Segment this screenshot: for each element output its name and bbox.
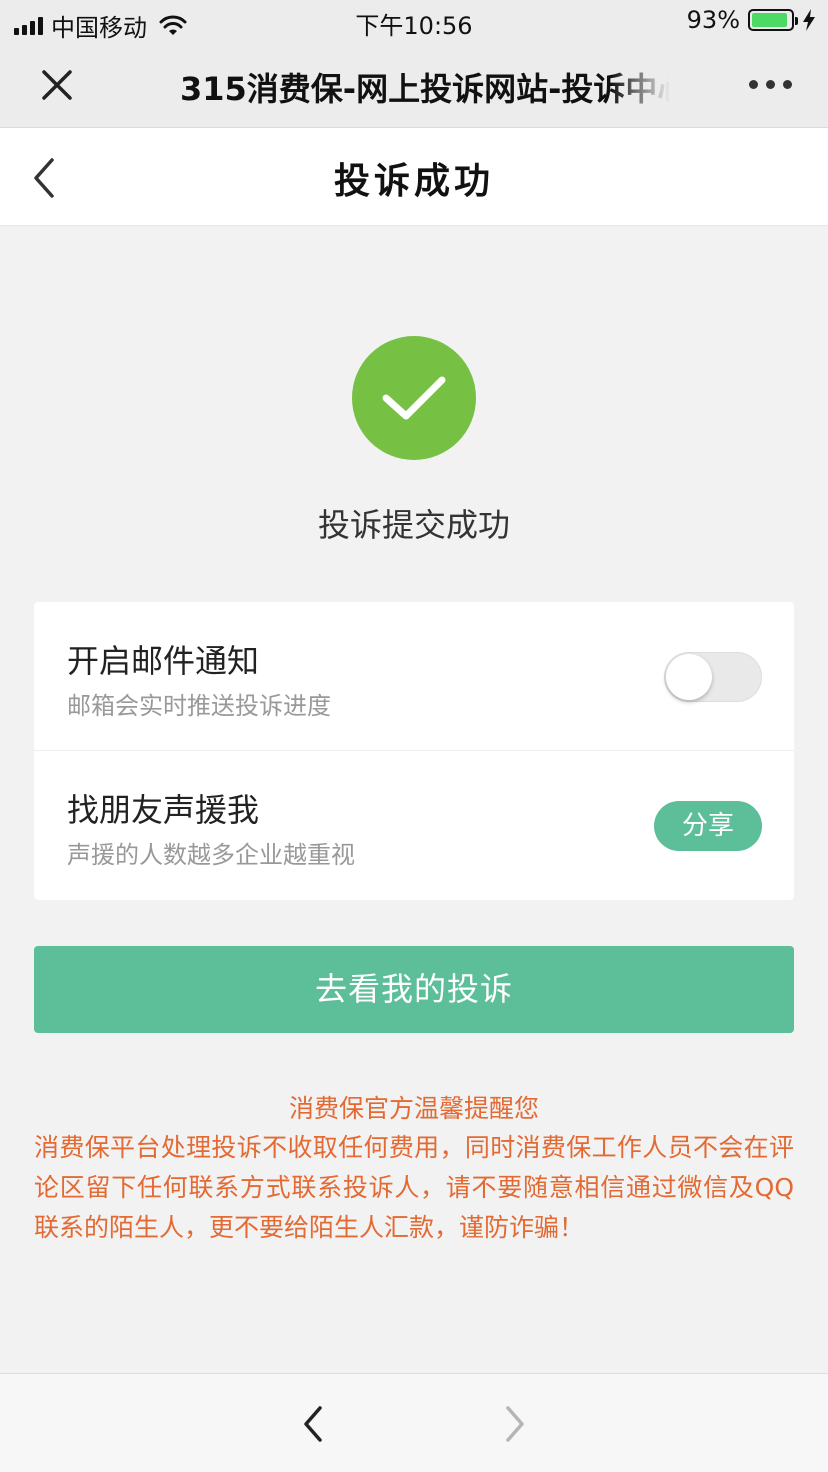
checkmark-icon <box>382 376 446 420</box>
success-message: 投诉提交成功 <box>317 506 510 544</box>
nav-back-icon[interactable] <box>298 1402 330 1446</box>
email-notify-toggle[interactable] <box>664 652 762 702</box>
close-icon[interactable] <box>36 64 78 106</box>
page-header: 投诉成功 <box>0 128 828 226</box>
status-right: 93% <box>687 6 816 34</box>
notice-body: 消费保平台处理投诉不收取任何费用，同时消费保工作人员不会在评论区留下任何联系方式… <box>34 1133 794 1242</box>
battery-icon <box>748 9 798 31</box>
browser-nav-bar <box>0 1373 828 1472</box>
share-subtitle: 声援的人数越多企业越重视 <box>67 841 355 869</box>
notice-title: 消费保官方温馨提醒您 <box>288 1094 539 1123</box>
view-my-complaint-button[interactable]: 去看我的投诉 <box>34 946 794 1033</box>
share-row: 找朋友声援我 声援的人数越多企业越重视 分享 <box>34 751 794 900</box>
email-notify-row: 开启邮件通知 邮箱会实时推送投诉进度 <box>34 602 794 751</box>
charging-icon <box>803 9 815 31</box>
battery-fill <box>752 13 788 27</box>
toggle-knob <box>666 654 712 700</box>
share-title: 找朋友声援我 <box>67 791 260 829</box>
options-card: 开启邮件通知 邮箱会实时推送投诉进度 找朋友声援我 声援的人数越多企业越重视 分… <box>34 602 794 900</box>
wechat-page-title: 315消费保-网上投诉网站-投诉中心 <box>180 70 670 108</box>
more-icon[interactable] <box>749 80 792 89</box>
page-title: 投诉成功 <box>333 161 494 202</box>
battery-percent: 93% <box>686 6 740 34</box>
nav-forward-icon[interactable] <box>498 1402 530 1446</box>
wechat-title-bar: 315消费保-网上投诉网站-投诉中心 <box>0 42 828 128</box>
email-notify-subtitle: 邮箱会实时推送投诉进度 <box>67 692 331 720</box>
share-button[interactable]: 分享 <box>654 801 762 851</box>
email-notify-title: 开启邮件通知 <box>67 642 260 680</box>
official-notice: 消费保官方温馨提醒您 消费保平台处理投诉不收取任何费用，同时消费保工作人员不会在… <box>34 1090 794 1248</box>
status-bar: 中国移动 下午10:56 93% <box>0 0 828 42</box>
success-check-icon <box>352 336 476 460</box>
page: 中国移动 下午10:56 93% 315消费保-网上投诉网站-投诉中心 投诉成功… <box>0 0 828 1472</box>
